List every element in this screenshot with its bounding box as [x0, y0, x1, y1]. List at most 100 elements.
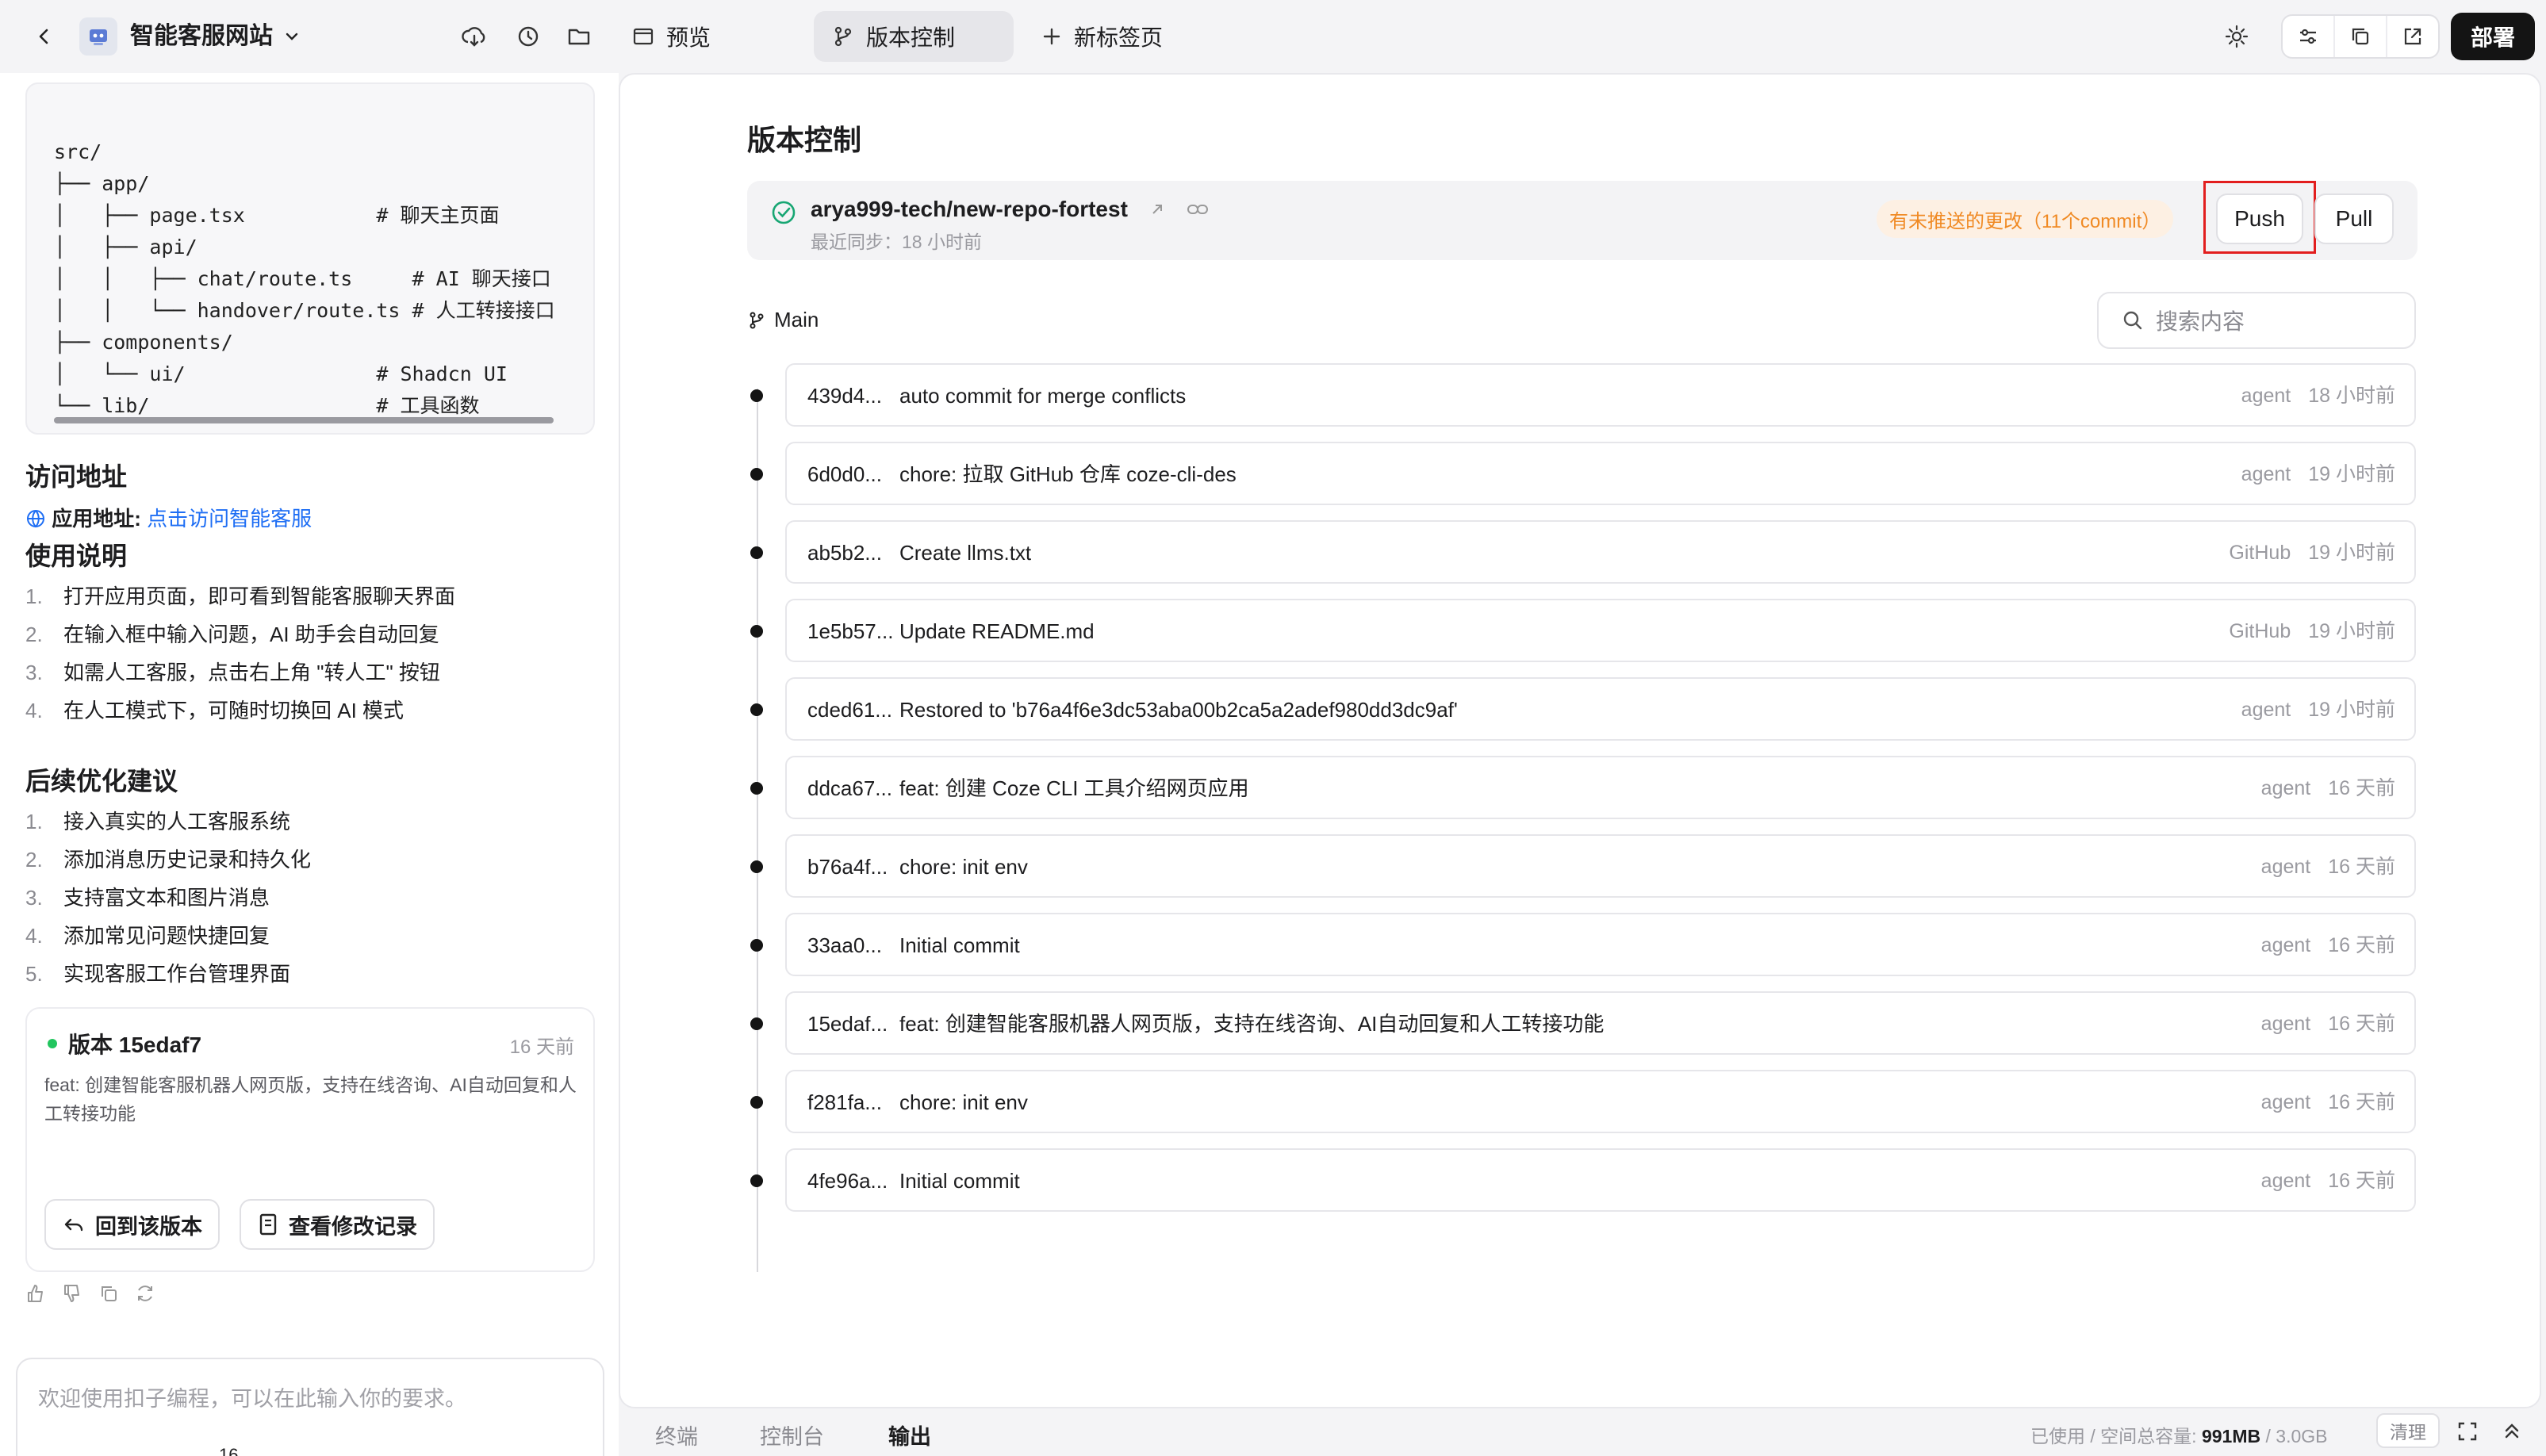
commit-row[interactable]: 1e5b57... Update README.md GitHub 19 小时前 [750, 599, 2416, 662]
commit-meta: agent 19 小时前 [2241, 461, 2395, 488]
commit-message: Update README.md [899, 619, 1095, 643]
chevron-down-icon[interactable] [279, 24, 305, 49]
commit-time: 18 小时前 [2308, 385, 2395, 407]
search-input[interactable]: 搜索内容 [2097, 292, 2416, 349]
access-line: 应用地址: 点击访问智能客服 [25, 504, 312, 533]
suggest-list: 1. 接入真实的人工客服系统 2. 添加消息历史记录和持久化 3. 支持富文本和图片消… [25, 803, 311, 993]
commit-meta: agent 18 小时前 [2241, 382, 2395, 409]
globe-icon [25, 508, 46, 528]
thumbs-up-icon[interactable] [24, 1282, 48, 1305]
folder-icon[interactable] [562, 19, 596, 54]
commit-author: agent [2241, 463, 2291, 485]
commit-author: agent [2260, 856, 2311, 878]
tab-new[interactable]: 新标签页 [1023, 11, 1180, 62]
commit-row[interactable]: f281fa... chore: init env agent 16 天前 [750, 1070, 2416, 1133]
version-desc: feat: 创建智能客服机器人网页版，支持在线咨询、AI自动回复和人工转接功能 [44, 1075, 577, 1124]
repo-name[interactable]: arya999-tech/new-repo-fortest [811, 197, 1128, 221]
theme-sun-icon[interactable] [2218, 17, 2256, 56]
tab-label: 版本控制 [866, 25, 956, 50]
commit-time: 16 天前 [2328, 856, 2395, 878]
repo-name-row: arya999-tech/new-repo-fortest [811, 193, 1210, 227]
version-time: 16 天前 [509, 1036, 574, 1058]
settings-sliders-icon[interactable] [2283, 16, 2335, 57]
prompt-placeholder: 欢迎使用扣子编程，可以在此输入你的要求。 [38, 1387, 466, 1411]
copy-icon[interactable] [97, 1282, 121, 1305]
commit-row[interactable]: 4fe96a... Initial commit agent 16 天前 [750, 1148, 2416, 1212]
external-link-icon[interactable] [2387, 16, 2438, 57]
push-button[interactable]: Push [2216, 193, 2303, 244]
app-logo-icon [79, 17, 117, 56]
back-icon[interactable] [29, 21, 60, 52]
preview-icon [633, 28, 654, 45]
undo-icon [64, 1218, 83, 1232]
collapse-up-icon[interactable] [2500, 1420, 2524, 1447]
tab-preview[interactable]: 预览 [614, 11, 728, 62]
deploy-button[interactable]: 部署 [2451, 13, 2535, 60]
commit-author: agent [2241, 385, 2291, 407]
commit-message: Create llms.txt [899, 541, 1032, 565]
commit-meta: agent 16 天前 [2261, 1089, 2395, 1116]
tab-console[interactable]: 控制台 [760, 1420, 824, 1450]
commit-time: 19 小时前 [2308, 699, 2395, 721]
link-icon[interactable] [1186, 195, 1210, 227]
commit-row[interactable]: 15edaf... feat: 创建智能客服机器人网页版，支持在线咨询、AI自动回… [750, 991, 2416, 1055]
commit-row[interactable]: b76a4f... chore: init env agent 16 天前 [750, 834, 2416, 898]
version-control-panel: 版本控制 arya999-tech/new-repo-fortest 最近同步：… [619, 73, 2546, 1456]
commit-row[interactable]: ddca67... feat: 创建 Coze CLI 工具介绍网页应用 agent… [750, 756, 2416, 819]
open-external-icon[interactable] [1148, 195, 1166, 227]
commit-meta: GitHub 19 小时前 [2229, 618, 2395, 645]
prompt-input[interactable]: 欢迎使用扣子编程，可以在此输入你的要求。 技能 16 自动 [16, 1358, 604, 1456]
pull-button[interactable]: Pull [2314, 193, 2394, 244]
storage-label: 已使用 / 空间总容量: [2030, 1426, 2202, 1446]
clean-button[interactable]: 清理 [2376, 1413, 2440, 1448]
tab-label: 预览 [666, 25, 711, 50]
commit-hash: ddca67... [807, 776, 892, 800]
list-item: 2. 添加消息历史记录和持久化 [25, 848, 312, 872]
commit-meta: GitHub 19 小时前 [2229, 539, 2395, 566]
horizontal-scrollbar[interactable] [54, 417, 554, 423]
commit-meta: agent 16 天前 [2261, 853, 2395, 880]
branch-label[interactable]: Main [747, 308, 819, 332]
commit-row[interactable]: cded61... Restored to 'b76a4f6e3dc53aba00… [750, 677, 2416, 741]
commit-author: agent [2260, 1013, 2311, 1035]
commit-message: chore: init env [899, 855, 1028, 879]
copy-window-icon[interactable] [2335, 16, 2387, 57]
git-branch-icon [834, 26, 852, 47]
changes-label: 查看修改记录 [289, 1214, 417, 1239]
usage-list: 1. 打开应用页面，即可看到智能客服聊天界面 2. 在输入框中输入问题，AI 助手会… [25, 577, 455, 730]
commit-time: 16 天前 [2328, 777, 2395, 799]
commit-row[interactable]: 6d0d0... chore: 拉取 GitHub 仓库 coze-cli-des… [750, 442, 2416, 505]
usage-section-title: 使用说明 [25, 542, 128, 570]
timeline-dot-icon [750, 1096, 763, 1109]
revert-version-button[interactable]: 回到该版本 [44, 1199, 220, 1250]
cloud-sync-icon[interactable] [457, 19, 492, 54]
check-circle-icon [772, 201, 796, 224]
commit-hash: b76a4f... [807, 855, 888, 879]
timeline-line [757, 389, 758, 1272]
commit-hash: ab5b2... [807, 541, 882, 565]
commit-time: 16 天前 [2328, 1091, 2395, 1113]
git-branch-icon [750, 312, 764, 328]
history-icon[interactable] [511, 19, 546, 54]
commit-author: agent [2260, 1170, 2311, 1192]
commit-hash: 4fe96a... [807, 1169, 888, 1193]
commit-row[interactable]: ab5b2... Create llms.txt GitHub 19 小时前 [750, 520, 2416, 584]
commit-hash: 15edaf... [807, 1012, 888, 1036]
commit-message: chore: 拉取 GitHub 仓库 coze-cli-des [899, 462, 1237, 486]
view-changes-button[interactable]: 查看修改记录 [240, 1199, 435, 1250]
access-link[interactable]: 点击访问智能客服 [147, 507, 312, 531]
thumbs-down-icon[interactable] [60, 1282, 84, 1305]
app-name[interactable]: 智能客服网站 [130, 21, 273, 52]
commit-hash: 33aa0... [807, 933, 882, 957]
tab-output[interactable]: 输出 [888, 1420, 931, 1450]
fullscreen-icon[interactable] [2456, 1420, 2479, 1447]
regenerate-icon[interactable] [133, 1282, 157, 1305]
commit-row[interactable]: 439d4... auto commit for merge conflicts a… [750, 363, 2416, 427]
commit-row[interactable]: 33aa0... Initial commit agent 16 天前 [750, 913, 2416, 976]
tab-version-control[interactable]: 版本控制 [814, 11, 1014, 62]
storage-used: 991MB [2201, 1426, 2261, 1446]
tab-terminal[interactable]: 终端 [655, 1420, 698, 1450]
list-item: 2. 在输入框中输入问题，AI 助手会自动回复 [25, 623, 439, 646]
commit-author: agent [2260, 1091, 2311, 1113]
commit-message: Initial commit [899, 1169, 1020, 1193]
